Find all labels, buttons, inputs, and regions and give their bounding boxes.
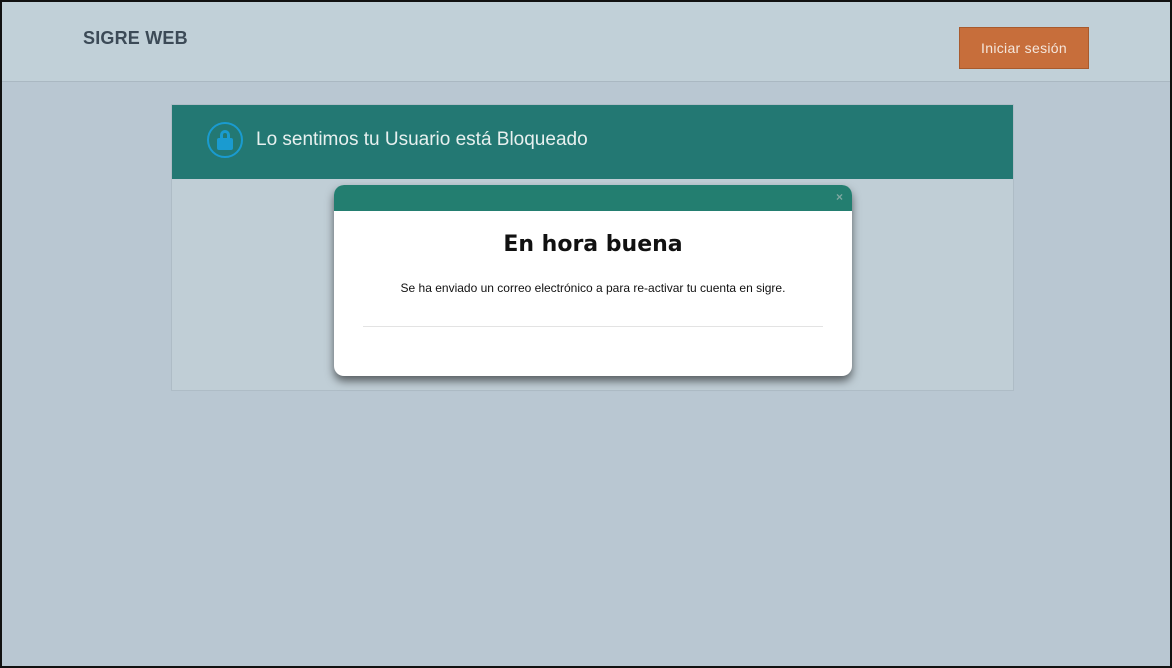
- lock-body: [217, 138, 233, 150]
- modal-divider: [363, 326, 823, 327]
- modal-title: En hora buena: [503, 232, 683, 257]
- panel-title: Lo sentimos tu Usuario está Bloqueado: [256, 129, 588, 150]
- login-button[interactable]: Iniciar sesión: [959, 27, 1089, 69]
- navbar: SIGRE WEB Iniciar sesión: [2, 2, 1170, 82]
- close-icon[interactable]: ×: [836, 190, 843, 204]
- modal-message: Se ha enviado un correo electrónico a pa…: [400, 281, 786, 295]
- page: SIGRE WEB Iniciar sesión Lo sentimos tu …: [2, 2, 1170, 666]
- lock-icon: [207, 122, 243, 158]
- success-modal: × En hora buena Se ha enviado un correo …: [334, 185, 852, 376]
- panel-header: Lo sentimos tu Usuario está Bloqueado: [172, 105, 1013, 179]
- brand-title[interactable]: SIGRE WEB: [83, 28, 188, 49]
- modal-header-bar: ×: [334, 185, 852, 211]
